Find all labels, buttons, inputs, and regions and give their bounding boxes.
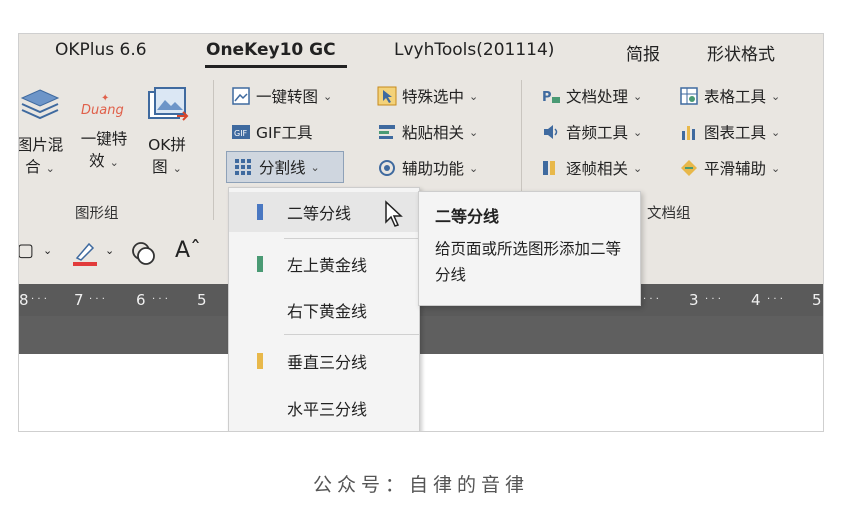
- document-area: [19, 354, 823, 431]
- menu-item-horizontal-thirds[interactable]: 水平三分线: [229, 388, 419, 428]
- paste-icon: [379, 125, 395, 139]
- chevron-down-icon[interactable]: ⌄: [43, 244, 52, 257]
- ok-collage-label-2: 图: [152, 158, 168, 176]
- one-key-effect-button[interactable]: Duang ✦ 一键特 效 ⌄: [73, 86, 135, 174]
- workspace-band: [19, 316, 823, 354]
- ruler-tick: 3: [689, 291, 699, 309]
- split-line-menu: 二等分线 左上黄金线 右下黄金线 垂直三分线 水平三分线: [228, 187, 420, 431]
- font-size-increase-icon[interactable]: Aˆ: [175, 238, 201, 263]
- ruler-tick: 6: [136, 291, 146, 309]
- bar-chart-icon: [682, 126, 695, 140]
- gif-tools-label: GIF工具: [256, 124, 313, 142]
- tab-jianbao[interactable]: 简报: [626, 40, 660, 65]
- menu-item-label: 二等分线: [287, 204, 352, 223]
- doc-group-label: 文档组: [647, 206, 691, 222]
- active-tab-indicator: [205, 65, 347, 68]
- marker-icon: [257, 400, 263, 416]
- document-icon: P: [542, 90, 560, 105]
- audio-tools-button[interactable]: 音频工具 ⌄: [541, 120, 642, 144]
- one-key-effect-label-2: 效: [89, 152, 105, 170]
- tab-okplus[interactable]: OKPlus 6.6: [55, 40, 147, 60]
- svg-text:GIF: GIF: [234, 129, 248, 138]
- paste-related-button[interactable]: 粘贴相关 ⌄: [377, 120, 478, 144]
- grid-dots-icon: [235, 159, 251, 175]
- mouse-cursor-icon: [385, 200, 403, 227]
- ruler-tick: 7: [74, 291, 84, 309]
- marker-icon: [257, 204, 263, 220]
- menu-item-halving-line[interactable]: 二等分线: [229, 192, 419, 232]
- document-process-label: 文档处理: [566, 88, 629, 106]
- table-tools-label: 表格工具: [704, 88, 767, 106]
- graphics-group-label: 图形组: [75, 206, 119, 222]
- one-key-to-image-button[interactable]: 一键转图 ⌄: [231, 84, 332, 108]
- layers-icon: [20, 89, 60, 120]
- svg-text:P: P: [542, 90, 552, 105]
- duang-icon: Duang ✦: [73, 86, 135, 126]
- ruler-tick: 4: [751, 291, 761, 309]
- assist-function-button[interactable]: 辅助功能 ⌄: [377, 156, 478, 180]
- special-select-button[interactable]: 特殊选中 ⌄: [377, 84, 478, 108]
- caption: 公众号：自律的音律: [312, 474, 529, 496]
- speaker-icon: [544, 125, 558, 139]
- tab-shape-format[interactable]: 形状格式: [707, 40, 775, 65]
- group-separator: [213, 80, 214, 220]
- document-process-button[interactable]: P 文档处理 ⌄: [541, 84, 642, 108]
- chart-tools-label: 图表工具: [704, 124, 767, 142]
- menu-item-label: 垂直三分线: [287, 353, 368, 372]
- image-blend-label-2: 合: [25, 158, 41, 176]
- pen-color-icon[interactable]: [71, 238, 101, 268]
- split-line-label: 分割线: [259, 159, 306, 177]
- menu-item-golden-top-left[interactable]: 左上黄金线: [229, 244, 419, 284]
- special-select-label: 特殊选中: [402, 88, 465, 106]
- shape-effect-icon[interactable]: [129, 238, 159, 268]
- frame-by-frame-label: 逐帧相关: [566, 160, 629, 178]
- chart-tools-button[interactable]: 图表工具 ⌄: [679, 120, 780, 144]
- split-line-button[interactable]: 分割线 ⌄: [226, 151, 344, 183]
- marker-icon: [257, 353, 263, 369]
- menu-item-label: 右下黄金线: [287, 302, 368, 321]
- menu-item-vertical-thirds[interactable]: 垂直三分线: [229, 341, 419, 381]
- tooltip-title: 二等分线: [435, 207, 500, 226]
- menu-item-label: 水平三分线: [287, 400, 368, 419]
- gif-tools-button[interactable]: GIF GIF工具: [231, 120, 313, 144]
- tab-lvyhtools[interactable]: LvyhTools(201114): [394, 40, 554, 60]
- table-gear-icon: [680, 87, 698, 105]
- menu-item-golden-bottom-right[interactable]: 右下黄金线: [229, 290, 419, 330]
- smooth-icon: [681, 160, 697, 176]
- ruler-tick: 5: [197, 291, 207, 309]
- image-blend-label-1: 图片混: [18, 136, 64, 154]
- chevron-down-icon[interactable]: ⌄: [105, 244, 114, 257]
- assist-function-label: 辅助功能: [402, 160, 465, 178]
- smooth-assist-label: 平滑辅助: [704, 160, 767, 178]
- ok-collage-button[interactable]: OK拼 图 ⌄: [139, 86, 195, 180]
- one-key-to-image-label: 一键转图: [256, 88, 319, 106]
- ruler-tick: 8: [19, 291, 29, 309]
- gif-icon: GIF: [232, 125, 250, 139]
- menu-item-label: 左上黄金线: [287, 256, 368, 275]
- marker-icon: [257, 302, 263, 318]
- shape-icon[interactable]: ▢: [19, 240, 34, 261]
- audio-tools-label: 音频工具: [566, 124, 629, 142]
- image-collage-icon: [148, 87, 189, 121]
- assist-icon: [379, 160, 395, 176]
- frame-by-frame-button[interactable]: 逐帧相关 ⌄: [541, 156, 642, 180]
- ruler-tick: 5: [812, 291, 822, 309]
- ribbon-tabs: OKPlus 6.6 OneKey10 GC LvyhTools(201114)…: [19, 34, 823, 68]
- table-tools-button[interactable]: 表格工具 ⌄: [679, 84, 780, 108]
- frames-icon: [543, 161, 555, 175]
- smooth-assist-button[interactable]: 平滑辅助 ⌄: [679, 156, 780, 180]
- tooltip: 二等分线 给页面或所选图形添加二等分线: [418, 191, 641, 306]
- marker-icon: [257, 256, 263, 272]
- tooltip-body: 给页面或所选图形添加二等分线: [435, 240, 622, 284]
- paste-related-label: 粘贴相关: [402, 124, 465, 142]
- convert-image-icon: [232, 87, 250, 105]
- ok-collage-label-1: OK拼: [148, 136, 186, 154]
- one-key-effect-label-1: 一键特: [80, 130, 128, 148]
- tab-onekey[interactable]: OneKey10 GC: [206, 40, 336, 60]
- image-blend-button[interactable]: 图片混 合 ⌄: [18, 86, 67, 180]
- cursor-select-icon: [377, 86, 397, 106]
- app-screenshot-frame: OKPlus 6.6 OneKey10 GC LvyhTools(201114)…: [18, 33, 824, 432]
